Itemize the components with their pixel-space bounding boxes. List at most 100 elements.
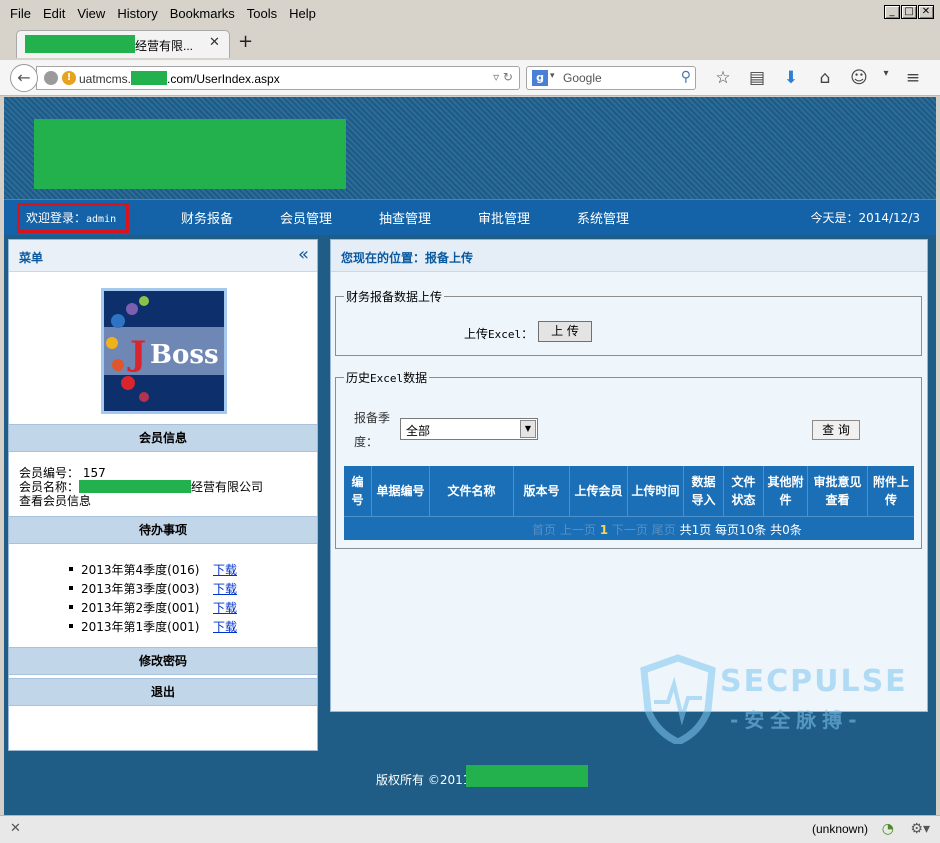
download-link[interactable]: 下载 <box>213 618 237 635</box>
browser-tab[interactable]: 经营有限... ✕ <box>16 30 230 58</box>
svg-text:J: J <box>127 334 146 374</box>
download-link[interactable]: 下载 <box>213 580 237 597</box>
pager-next[interactable]: 下一页 <box>612 523 648 537</box>
menu-header: 菜单 « <box>9 240 317 272</box>
download-link[interactable]: 下载 <box>213 599 237 616</box>
history-legend: 历史Excel数据 <box>344 369 430 386</box>
top-nav: 欢迎登录：admin 财务报备 会员管理 抽查管理 审批管理 系统管理 今天是：… <box>4 199 936 235</box>
left-menu-panel: 菜单 « J Boss 会员信息 会员编号： 157 会员名称： 经营有限公司 查… <box>8 239 318 751</box>
table-header: 编号 单据编号 文件名称 版本号 上传会员 上传时间 数据导入 文件状态 其他附… <box>344 466 914 516</box>
menu-bookmarks[interactable]: Bookmarks <box>164 4 241 24</box>
download-link[interactable]: 下载 <box>213 561 237 578</box>
chevron-down-icon[interactable]: ▾ <box>876 68 896 88</box>
watermark-text-cn: -安全脉搏- <box>730 708 863 732</box>
pager-first[interactable]: 首页 <box>532 523 556 537</box>
redaction-block <box>131 71 168 85</box>
tab-strip: 经营有限... ✕ + <box>0 28 940 58</box>
svg-text:Boss: Boss <box>150 340 219 370</box>
avatar: J Boss <box>101 288 227 414</box>
table-pager: 首页 上一页 1 下一页 尾页 共1页 每页10条 共0条 <box>344 516 914 540</box>
home-icon[interactable]: ⌂ <box>808 68 842 88</box>
column-header: 文件名称 <box>430 466 514 516</box>
menu-edit[interactable]: Edit <box>37 4 71 24</box>
search-icon[interactable]: ⚲ <box>681 69 691 85</box>
column-header: 数据导入 <box>684 466 724 516</box>
menu-tools[interactable]: Tools <box>241 4 283 24</box>
watermark-text-en: SECPULSE <box>720 664 908 699</box>
watermark: SECPULSE -安全脉搏- <box>634 654 934 744</box>
hamburger-menu-icon[interactable]: ≡ <box>896 68 930 88</box>
nav-item-approval-mgmt[interactable]: 审批管理 <box>478 208 530 227</box>
collapse-icon[interactable]: « <box>298 244 309 265</box>
shield-icon <box>640 654 716 744</box>
nav-item-member-mgmt[interactable]: 会员管理 <box>280 208 332 227</box>
query-button[interactable]: 查 询 <box>812 420 860 440</box>
upload-button[interactable]: 上 传 <box>538 321 592 342</box>
url-text: uatmcms. .com/UserIndex.aspx <box>79 71 280 86</box>
nav-item-finance-report[interactable]: 财务报备 <box>181 208 233 227</box>
chevron-down-icon[interactable]: ▼ <box>520 420 536 438</box>
copyright-text: 版权所有 ©2011 <box>376 773 471 787</box>
google-engine-icon[interactable]: g <box>532 70 548 86</box>
column-header: 文件状态 <box>724 466 764 516</box>
search-bar[interactable]: g ▾ Google ⚲ <box>526 66 696 90</box>
toolbar-icons: ☆ ▤ ⬇ ⌂ ☺ ▾ ≡ <box>706 68 930 88</box>
breadcrumb: 您现在的位置：报备上传 <box>331 240 927 272</box>
menu-history[interactable]: History <box>111 4 163 24</box>
reload-icon[interactable]: ▿ ↻ <box>493 70 513 84</box>
redaction-block <box>466 765 588 787</box>
nav-item-system-mgmt[interactable]: 系统管理 <box>577 208 629 227</box>
nav-item-audit-mgmt[interactable]: 抽查管理 <box>379 208 431 227</box>
chevron-down-icon[interactable]: ▾ <box>550 71 555 81</box>
column-header: 上传时间 <box>628 466 684 516</box>
upload-label: 上传Excel： <box>464 327 534 341</box>
maximize-button[interactable]: □ <box>901 5 917 19</box>
search-placeholder: Google <box>563 71 602 85</box>
column-header: 审批意见查看 <box>808 466 868 516</box>
bookmark-star-icon[interactable]: ☆ <box>706 68 740 88</box>
view-member-info-link[interactable]: 查看会员信息 <box>19 492 91 509</box>
welcome-label: 欢迎登录： <box>26 211 87 225</box>
browser-titlebar: File Edit View History Bookmarks Tools H… <box>0 0 940 60</box>
todo-item: 2013年第4季度(016) 下载 <box>69 561 237 578</box>
welcome-box: 欢迎登录：admin <box>17 203 129 233</box>
new-tab-icon[interactable]: + <box>238 31 253 52</box>
close-window-button[interactable]: ✕ <box>918 5 934 19</box>
security-icon[interactable]: ◔ <box>882 821 894 837</box>
url-bar[interactable]: ! uatmcms. .com/UserIndex.aspx ▿ ↻ <box>36 66 520 90</box>
status-text: (unknown) <box>811 822 868 836</box>
window-controls: _ □ ✕ <box>884 5 934 19</box>
pager-last[interactable]: 尾页 <box>652 523 676 537</box>
reading-list-icon[interactable]: ▤ <box>740 68 774 88</box>
back-button[interactable]: ← <box>10 64 38 92</box>
tab-close-icon[interactable]: ✕ <box>209 35 220 50</box>
upload-legend: 财务报备数据上传 <box>344 288 445 305</box>
logout-button[interactable]: 退出 <box>9 678 317 706</box>
welcome-user: admin <box>86 214 117 225</box>
column-header: 编号 <box>344 466 372 516</box>
warning-icon[interactable]: ! <box>62 71 76 85</box>
browser-menubar: File Edit View History Bookmarks Tools H… <box>4 4 322 24</box>
settings-icon[interactable]: ⚙▾ <box>910 821 930 837</box>
browser-navbar: ! uatmcms. .com/UserIndex.aspx ▿ ↻ ← g ▾ … <box>0 60 940 96</box>
browser-statusbar: ✕ (unknown) ◔ ⚙▾ <box>0 815 940 843</box>
menu-help[interactable]: Help <box>283 4 322 24</box>
download-icon[interactable]: ⬇ <box>774 68 808 88</box>
menu-view[interactable]: View <box>71 4 111 24</box>
column-header: 单据编号 <box>372 466 430 516</box>
addon-icon[interactable]: ☺ <box>842 68 876 88</box>
pager-prev[interactable]: 上一页 <box>560 523 596 537</box>
menu-file[interactable]: File <box>4 4 37 24</box>
site-footer: 版权所有 ©2011 <box>4 761 936 815</box>
quarter-select[interactable]: 全部 ▼ <box>400 418 538 440</box>
column-header: 版本号 <box>514 466 570 516</box>
close-icon[interactable]: ✕ <box>10 821 21 836</box>
content-panel: 您现在的位置：报备上传 财务报备数据上传 上传Excel： 上 传 历史Exce… <box>330 239 928 712</box>
minimize-button[interactable]: _ <box>884 5 900 19</box>
column-header: 其他附件 <box>764 466 808 516</box>
column-header: 上传会员 <box>570 466 628 516</box>
redaction-block <box>34 119 346 189</box>
change-password-button[interactable]: 修改密码 <box>9 647 317 675</box>
todo-item: 2013年第2季度(001) 下载 <box>69 599 237 616</box>
today-date: 今天是：2014/12/3 <box>810 211 920 225</box>
